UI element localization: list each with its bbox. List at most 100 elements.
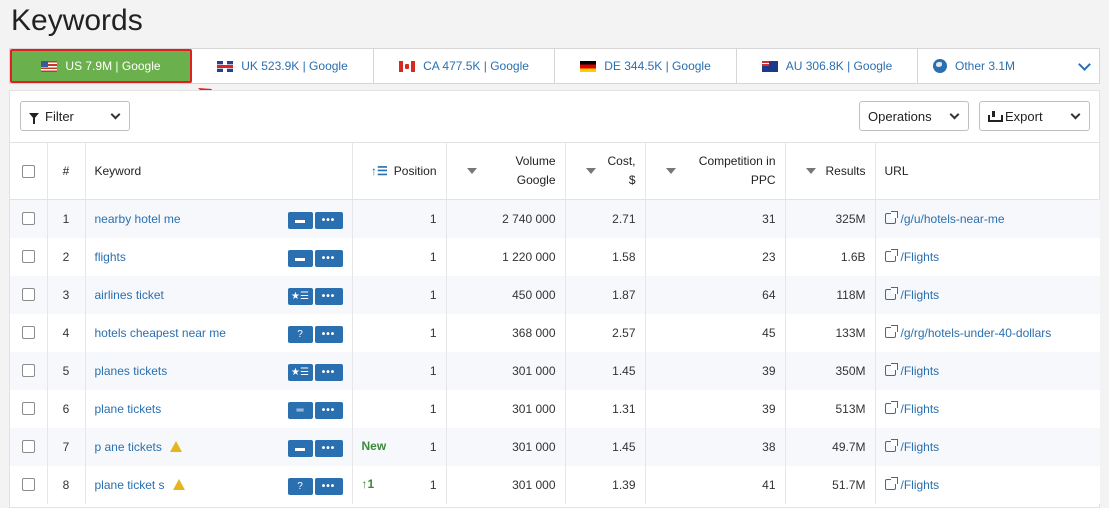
row-checkbox[interactable] <box>21 212 35 226</box>
tab-uk-google[interactable]: UK 523.9K | Google <box>192 49 374 83</box>
table-row[interactable]: 1 nearby hotel me ▬ ••• 1 2 740 000 2.71 31 325M… <box>10 199 1100 238</box>
keyword-cell: planes tickets ★☰ ••• <box>85 351 353 390</box>
row-checkbox[interactable] <box>21 288 35 301</box>
table-row[interactable]: 6 plane tickets ═ ••• 1 301 000 1.31 39 513M/Fli… <box>10 389 1100 428</box>
table-row[interactable]: 5 planes tickets ★☰ ••• 1 301 000 1.45 39 350M/F… <box>10 351 1100 390</box>
star-list-icon[interactable]: ★☰ <box>287 287 313 305</box>
header-volume-line2: Google <box>516 173 556 187</box>
competition-cell: 38 <box>645 427 786 466</box>
external-link-icon[interactable] <box>884 324 898 338</box>
more-options-icon[interactable]: ••• <box>314 439 343 457</box>
keyword-link[interactable]: airlines ticket <box>95 288 164 302</box>
url-link[interactable]: /Flights <box>901 288 940 302</box>
keyword-link[interactable]: nearby hotel me <box>95 212 181 226</box>
header-competition[interactable]: Competition in PPC <box>645 142 786 200</box>
position-value: 1 <box>429 477 437 492</box>
operations-button[interactable]: Operations <box>859 101 969 131</box>
position-change: ↑1 <box>361 476 375 491</box>
row-select-cell[interactable] <box>10 199 48 238</box>
row-select-cell[interactable] <box>10 237 48 276</box>
url-link[interactable]: /Flights <box>901 440 940 454</box>
row-checkbox[interactable] <box>21 326 35 339</box>
url-link[interactable]: /g/u/hotels-near-me <box>901 212 1005 226</box>
header-position[interactable]: ↑☰ Position <box>352 142 447 200</box>
row-select-cell[interactable] <box>10 313 48 352</box>
header-keyword[interactable]: Keyword <box>85 142 353 200</box>
filter-label: Filter <box>45 108 74 124</box>
more-options-icon[interactable]: ••• <box>314 287 343 305</box>
cost-cell: 1.45 <box>565 351 646 390</box>
header-results[interactable]: Results <box>785 142 876 200</box>
position-cell: New 1 <box>352 427 447 466</box>
export-button[interactable]: Export <box>979 101 1090 131</box>
comment-icon[interactable]: ▬ <box>287 439 313 457</box>
results-cell: 49.7M <box>785 427 876 466</box>
tab-au-google[interactable]: AU 306.8K | Google <box>737 49 918 83</box>
question-icon[interactable]: ? <box>287 477 313 495</box>
comment-icon[interactable]: ▬ <box>287 212 313 229</box>
keyword-link[interactable]: p ane tickets <box>95 440 162 454</box>
position-value: 1 <box>429 287 437 302</box>
row-select-cell[interactable] <box>10 351 48 390</box>
more-options-icon[interactable]: ••• <box>314 325 343 343</box>
keyword-link[interactable]: hotels cheapest near me <box>95 326 226 340</box>
external-link-icon[interactable] <box>884 210 898 224</box>
keyword-link[interactable]: plane tickets <box>95 402 162 416</box>
more-options-icon[interactable]: ••• <box>314 477 343 495</box>
row-select-cell[interactable] <box>10 275 48 314</box>
cost-cell: 2.57 <box>565 313 646 352</box>
url-link[interactable]: /Flights <box>901 478 940 492</box>
snippet-icon[interactable]: ═ <box>287 401 313 419</box>
row-checkbox[interactable] <box>21 402 35 415</box>
external-link-icon[interactable] <box>884 438 898 452</box>
header-cost[interactable]: Cost, $ <box>565 142 646 200</box>
url-cell: /Flights <box>875 390 1100 428</box>
table-row[interactable]: 8 plane ticket s? ••• ↑1 1 301 000 1.39 41 51.7M… <box>10 465 1100 504</box>
external-link-icon[interactable] <box>884 286 898 300</box>
url-link[interactable]: /Flights <box>901 402 940 416</box>
cost-cell: 1.87 <box>565 275 646 314</box>
table-row[interactable]: 3 airlines ticket ★☰ ••• 1 450 000 1.87 64 118M /… <box>10 275 1100 314</box>
table-row[interactable]: 7 p ane tickets ▬ ••• New 1 301 000 1.45 38 49.7M… <box>10 427 1100 466</box>
row-checkbox[interactable] <box>21 250 35 263</box>
chevron-down-icon[interactable] <box>1078 58 1091 71</box>
comment-icon[interactable]: ▬ <box>287 249 313 267</box>
row-checkbox[interactable] <box>21 364 35 377</box>
row-checkbox[interactable] <box>21 440 35 453</box>
external-link-icon[interactable] <box>884 362 898 376</box>
url-link[interactable]: /Flights <box>901 250 940 264</box>
row-checkbox[interactable] <box>21 478 35 491</box>
question-icon[interactable]: ? <box>287 325 313 343</box>
de-flag-icon <box>580 60 597 72</box>
keyword-link[interactable]: flights <box>95 250 126 264</box>
keyword-link[interactable]: plane ticket s <box>95 478 165 492</box>
row-select-cell[interactable] <box>10 427 48 466</box>
url-cell: /g/u/hotels-near-me <box>875 200 1100 238</box>
table-row[interactable]: 4 hotels cheapest near me? ••• 1 368 000 2.57… <box>10 313 1100 352</box>
external-link-icon[interactable] <box>884 400 898 414</box>
header-volume[interactable]: Volume Google <box>446 142 566 200</box>
more-options-icon[interactable]: ••• <box>314 212 343 229</box>
tab-label: UK 523.9K | Google <box>241 59 348 73</box>
filter-button[interactable]: Filter <box>20 101 130 131</box>
select-all-checkbox[interactable] <box>21 164 35 178</box>
select-all-header[interactable] <box>10 142 48 200</box>
tab-us-google[interactable]: US 7.9M | Google <box>10 49 192 83</box>
url-link[interactable]: /g/rg/hotels-under-40-dollars <box>901 326 1052 340</box>
row-select-cell[interactable] <box>10 465 48 504</box>
more-options-icon[interactable]: ••• <box>314 401 343 419</box>
more-options-icon[interactable]: ••• <box>314 249 343 267</box>
table-row[interactable]: 2 flights ▬ ••• 1 1 220 000 1.58 23 1.6B/Flights <box>10 237 1100 276</box>
row-select-cell[interactable] <box>10 389 48 428</box>
tab-other-databases[interactable]: Other 3.1M <box>918 49 1099 83</box>
tab-de-google[interactable]: DE 344.5K | Google <box>555 49 737 83</box>
external-link-icon[interactable] <box>884 248 898 262</box>
more-options-icon[interactable]: ••• <box>314 363 343 381</box>
external-link-icon[interactable] <box>884 476 898 490</box>
url-link[interactable]: /Flights <box>901 364 940 378</box>
keyword-link[interactable]: planes tickets <box>95 364 168 378</box>
star-list-icon[interactable]: ★☰ <box>287 363 313 381</box>
position-cell: 1 <box>352 237 447 276</box>
tab-ca-google[interactable]: CA 477.5K | Google <box>374 49 555 83</box>
chevron-down-icon <box>949 109 960 120</box>
